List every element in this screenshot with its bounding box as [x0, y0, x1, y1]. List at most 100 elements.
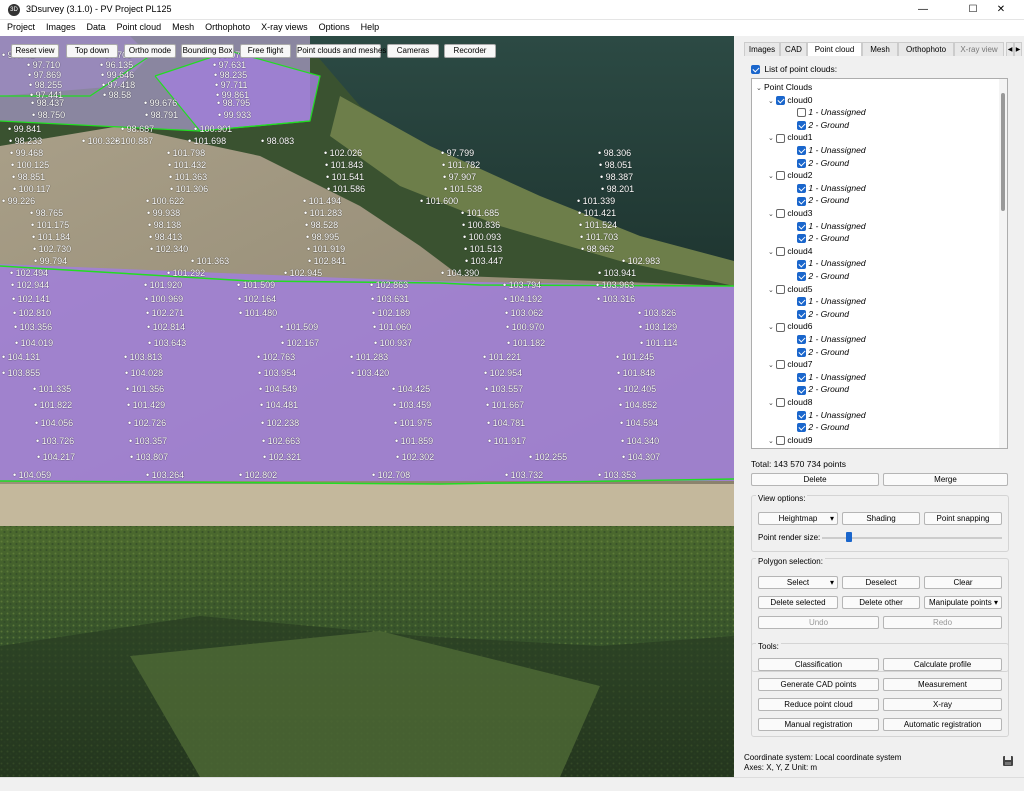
- class-checkbox[interactable]: [797, 234, 806, 244]
- tree-scrollbar[interactable]: [999, 79, 1007, 448]
- tree-class-row[interactable]: 1 - Unassigned: [797, 446, 865, 448]
- redo-button[interactable]: Redo: [883, 616, 1002, 629]
- tree-class-row[interactable]: 2 - Ground: [797, 232, 849, 244]
- tree-scrollbar-thumb[interactable]: [1001, 93, 1005, 211]
- tab-point-cloud[interactable]: Point cloud: [807, 42, 862, 56]
- class-checkbox[interactable]: [797, 297, 806, 307]
- collapse-arrow-icon[interactable]: ⌄: [768, 247, 776, 259]
- class-checkbox[interactable]: [797, 158, 806, 168]
- free-flight-button[interactable]: Free flight: [240, 44, 291, 58]
- close-icon[interactable]: ✕: [978, 0, 1024, 20]
- tree-class-row[interactable]: 1 - Unassigned: [797, 409, 866, 421]
- class-checkbox[interactable]: [797, 196, 806, 206]
- ortho-mode-button[interactable]: Ortho mode: [124, 44, 176, 58]
- cloud-checkbox[interactable]: [776, 436, 785, 446]
- tree-class-row[interactable]: 1 - Unassigned: [797, 182, 866, 194]
- tree-class-row[interactable]: 2 - Ground: [797, 194, 849, 206]
- reduce-point-cloud-button[interactable]: Reduce point cloud: [758, 698, 879, 711]
- point-clouds-and-meshes-button[interactable]: Point clouds and meshes: [296, 44, 386, 58]
- collapse-arrow-icon[interactable]: ⌄: [768, 133, 776, 145]
- collapse-arrow-icon[interactable]: ⌄: [768, 436, 776, 448]
- bounding-box-button[interactable]: Bounding Box: [181, 44, 234, 58]
- tree-cloud-row[interactable]: ⌄ cloud7: [768, 358, 812, 370]
- menu-mesh[interactable]: Mesh: [165, 20, 198, 32]
- cloud-checkbox[interactable]: [776, 133, 785, 143]
- class-checkbox[interactable]: [797, 146, 806, 156]
- point-snapping-button[interactable]: Point snapping: [924, 512, 1002, 525]
- collapse-arrow-icon[interactable]: ⌄: [768, 322, 776, 334]
- tree-class-row[interactable]: 1 - Unassigned: [797, 220, 866, 232]
- top-down-button[interactable]: Top down: [66, 44, 118, 58]
- tab-scroll-left-icon[interactable]: ◀: [1006, 42, 1014, 56]
- class-checkbox[interactable]: [797, 373, 806, 383]
- tree-class-row[interactable]: 1 - Unassigned: [797, 333, 866, 345]
- tab-orthophoto[interactable]: Orthophoto: [898, 42, 954, 56]
- tree-class-row[interactable]: 1 - Unassigned: [797, 371, 866, 383]
- cloud-checkbox[interactable]: [776, 322, 785, 332]
- tab-xray-view[interactable]: X-ray view: [954, 42, 1004, 56]
- point-cloud-tree[interactable]: ⌄ Point Clouds ⌄ cloud0 1 - Unassigned 2 -…: [751, 78, 1008, 449]
- class-checkbox[interactable]: [797, 335, 806, 345]
- merge-cloud-button[interactable]: Merge: [883, 473, 1008, 486]
- tree-cloud-row[interactable]: ⌄ cloud4: [768, 245, 812, 257]
- class-checkbox[interactable]: [797, 259, 806, 269]
- delete-cloud-button[interactable]: Delete: [751, 473, 879, 486]
- menu-options[interactable]: Options: [312, 20, 354, 32]
- menu-images[interactable]: Images: [39, 20, 80, 32]
- generate-cad-points-button[interactable]: Generate CAD points: [758, 678, 879, 691]
- class-checkbox[interactable]: [797, 310, 806, 320]
- automatic-registration-button[interactable]: Automatic registration: [883, 718, 1002, 731]
- tree-class-row[interactable]: 2 - Ground: [797, 119, 849, 131]
- point-render-size-thumb[interactable]: [846, 532, 852, 542]
- measurement-button[interactable]: Measurement: [883, 678, 1002, 691]
- save-icon[interactable]: [1002, 755, 1014, 767]
- cloud-checkbox[interactable]: [776, 284, 785, 294]
- menu-help[interactable]: Help: [354, 20, 384, 32]
- cloud-checkbox[interactable]: [776, 95, 785, 105]
- list-of-point-clouds-toggle[interactable]: List of point clouds:: [751, 64, 837, 75]
- tree-class-row[interactable]: 1 - Unassigned: [797, 295, 866, 307]
- shading-button[interactable]: Shading: [842, 512, 920, 525]
- collapse-arrow-icon[interactable]: ⌄: [756, 83, 764, 95]
- tree-cloud-row[interactable]: ⌄ cloud3: [768, 207, 812, 219]
- recorder-button[interactable]: Recorder: [444, 44, 496, 58]
- cloud-checkbox[interactable]: [776, 398, 785, 408]
- minimize-icon[interactable]: —: [900, 0, 946, 20]
- clear-button[interactable]: Clear: [924, 576, 1002, 589]
- deselect-button[interactable]: Deselect: [842, 576, 920, 589]
- reset-view-button[interactable]: Reset view: [11, 44, 59, 58]
- menu-data[interactable]: Data: [80, 20, 110, 32]
- tree-class-row[interactable]: 2 - Ground: [797, 308, 849, 320]
- heightmap-dropdown[interactable]: Heightmap: [758, 512, 838, 525]
- tab-mesh[interactable]: Mesh: [862, 42, 898, 56]
- collapse-arrow-icon[interactable]: ⌄: [768, 360, 776, 372]
- cloud-checkbox[interactable]: [776, 171, 785, 181]
- class-checkbox[interactable]: [797, 221, 806, 231]
- class-checkbox[interactable]: [797, 272, 806, 282]
- classification-button[interactable]: Classification: [758, 658, 879, 671]
- tab-scroll-right-icon[interactable]: ▶: [1014, 42, 1022, 56]
- calculate-profile-button[interactable]: Calculate profile: [883, 658, 1002, 671]
- class-checkbox[interactable]: [797, 121, 806, 131]
- undo-button[interactable]: Undo: [758, 616, 879, 629]
- tree-cloud-row[interactable]: ⌄ cloud2: [768, 169, 812, 181]
- cloud-checkbox[interactable]: [776, 209, 785, 219]
- collapse-arrow-icon[interactable]: ⌄: [768, 209, 776, 221]
- tree-class-row[interactable]: 1 - Unassigned: [797, 257, 866, 269]
- manipulate-points-dropdown[interactable]: Manipulate points: [924, 596, 1002, 609]
- collapse-arrow-icon[interactable]: ⌄: [768, 96, 776, 108]
- tree-cloud-row[interactable]: ⌄ cloud8: [768, 396, 812, 408]
- collapse-arrow-icon[interactable]: ⌄: [768, 398, 776, 410]
- class-checkbox[interactable]: [797, 385, 806, 395]
- menu-orthophoto[interactable]: Orthophoto: [198, 20, 254, 32]
- tree-class-row[interactable]: 2 - Ground: [797, 346, 849, 358]
- class-checkbox[interactable]: [797, 410, 806, 420]
- delete-other-button[interactable]: Delete other: [842, 596, 920, 609]
- menu-project[interactable]: Project: [0, 20, 39, 32]
- class-checkbox[interactable]: [797, 184, 806, 194]
- tree-class-row[interactable]: 2 - Ground: [797, 421, 849, 433]
- tree-root[interactable]: ⌄ Point Clouds: [756, 81, 812, 93]
- tree-class-row[interactable]: 2 - Ground: [797, 270, 849, 282]
- cloud-checkbox[interactable]: [776, 247, 785, 257]
- tree-class-row[interactable]: 1 - Unassigned: [797, 106, 866, 118]
